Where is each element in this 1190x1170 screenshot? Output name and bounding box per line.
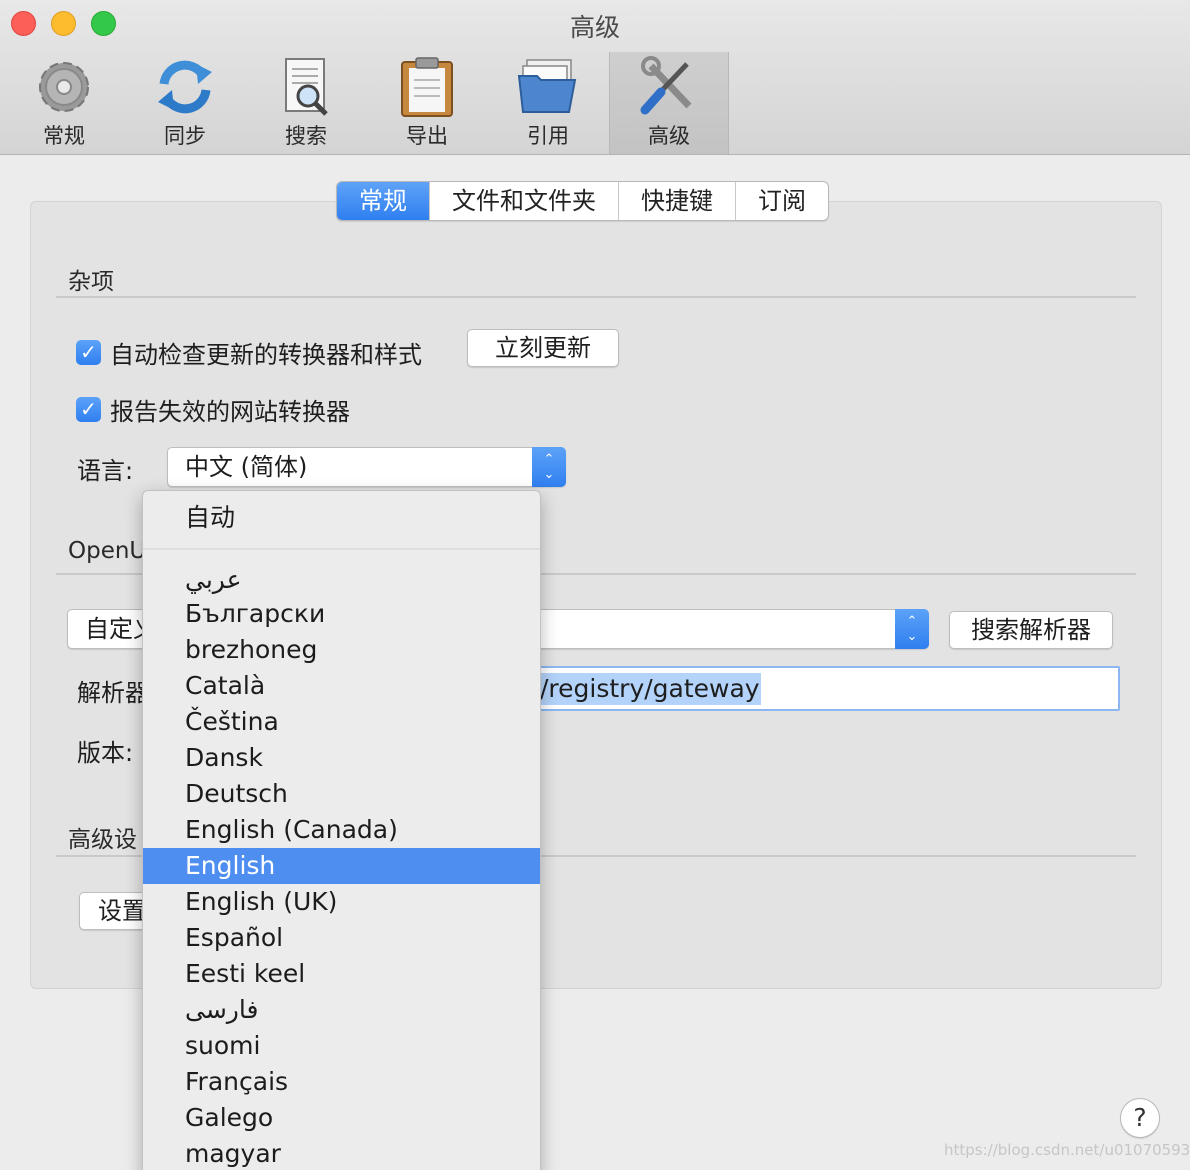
checkmark-icon: ✓ — [80, 340, 97, 364]
tab-bar: 常规 文件和文件夹 快捷键 订阅 — [336, 181, 829, 221]
watermark: https://blog.csdn.net/u010705932 — [944, 1141, 1190, 1159]
language-option-highlighted[interactable]: English — [143, 848, 540, 884]
window-title: 高级 — [569, 13, 620, 42]
language-option[interactable]: Català — [143, 668, 540, 704]
language-option[interactable]: brezhoneg — [143, 632, 540, 668]
folder-icon — [517, 59, 577, 113]
language-option[interactable]: Dansk — [143, 740, 540, 776]
language-label: 语言: — [77, 457, 134, 485]
tab-feeds[interactable]: 订阅 — [736, 182, 828, 220]
title-bar: 高级 常规 同步 搜索 导出 引用 高级 — [0, 0, 1190, 155]
toolbar-cite-label: 引用 — [527, 124, 569, 148]
toolbar-export[interactable]: 导出 — [367, 52, 487, 154]
toolbar-sync-label: 同步 — [164, 124, 206, 148]
language-option[interactable]: فارسی — [143, 992, 540, 1028]
auto-check-updates-label: 自动检查更新的转换器和样式 — [110, 341, 422, 369]
language-select[interactable]: 中文 (简体) ⌃ ⌄ — [167, 447, 566, 487]
tools-icon — [640, 56, 692, 115]
toolbar-advanced[interactable]: 高级 — [609, 52, 729, 154]
chevron-updown-icon: ⌃ ⌄ — [895, 609, 929, 649]
language-option[interactable]: Čeština — [143, 704, 540, 740]
language-option[interactable]: suomi — [143, 1028, 540, 1064]
chevron-updown-icon: ⌃ ⌄ — [532, 447, 566, 487]
language-option[interactable]: English (Canada) — [143, 812, 540, 848]
gear-icon — [39, 62, 89, 112]
language-option[interactable]: Español — [143, 920, 540, 956]
language-option[interactable]: 自动 — [143, 500, 540, 536]
language-dropdown-menu: 自动 عربي Български brezhoneg Català Češti… — [142, 490, 541, 1170]
language-select-value: 中文 (简体) — [185, 453, 308, 481]
tab-general[interactable]: 常规 — [337, 182, 430, 220]
report-broken-translators-checkbox[interactable]: ✓ — [76, 397, 101, 422]
language-option[interactable]: Български — [143, 596, 540, 632]
resolver-url-field[interactable]: /registry/gateway — [535, 666, 1120, 711]
version-label: 版本: — [77, 739, 134, 767]
toolbar-search-label: 搜索 — [285, 124, 327, 148]
language-option[interactable]: English (UK) — [143, 884, 540, 920]
toolbar-cite[interactable]: 引用 — [488, 52, 608, 154]
update-now-button[interactable]: 立刻更新 — [467, 329, 619, 367]
tab-shortcuts[interactable]: 快捷键 — [619, 182, 736, 220]
auto-check-updates-checkbox[interactable]: ✓ — [76, 340, 101, 365]
language-option[interactable]: Deutsch — [143, 776, 540, 812]
report-broken-translators-label: 报告失效的网站转换器 — [110, 398, 350, 426]
openurl-section-title: OpenU — [68, 538, 147, 564]
resolver-label: 解析器 — [77, 679, 149, 707]
language-option[interactable]: magyar — [143, 1136, 540, 1170]
advanced-section-title: 高级设 — [68, 827, 137, 853]
search-resolvers-button[interactable]: 搜索解析器 — [949, 611, 1113, 649]
clipboard-icon — [401, 57, 453, 117]
language-option[interactable]: Français — [143, 1064, 540, 1100]
help-button[interactable]: ? — [1120, 1098, 1160, 1138]
menu-separator — [143, 548, 540, 550]
sync-icon — [158, 60, 212, 114]
toolbar-export-label: 导出 — [406, 124, 448, 148]
language-option[interactable]: Eesti keel — [143, 956, 540, 992]
toolbar-sync[interactable]: 同步 — [125, 52, 245, 154]
misc-divider — [56, 296, 1136, 298]
toolbar-general-label: 常规 — [43, 124, 85, 148]
checkmark-icon: ✓ — [80, 397, 97, 421]
resolver-url-value: /registry/gateway — [540, 673, 761, 705]
language-option[interactable]: عربي — [143, 562, 540, 598]
toolbar-general[interactable]: 常规 — [4, 52, 124, 154]
search-icon — [285, 58, 328, 116]
language-option[interactable]: Galego — [143, 1100, 540, 1136]
tab-files-and-folders[interactable]: 文件和文件夹 — [430, 182, 619, 220]
toolbar-advanced-label: 高级 — [648, 124, 690, 148]
misc-section-title: 杂项 — [68, 269, 114, 295]
toolbar-search[interactable]: 搜索 — [246, 52, 366, 154]
